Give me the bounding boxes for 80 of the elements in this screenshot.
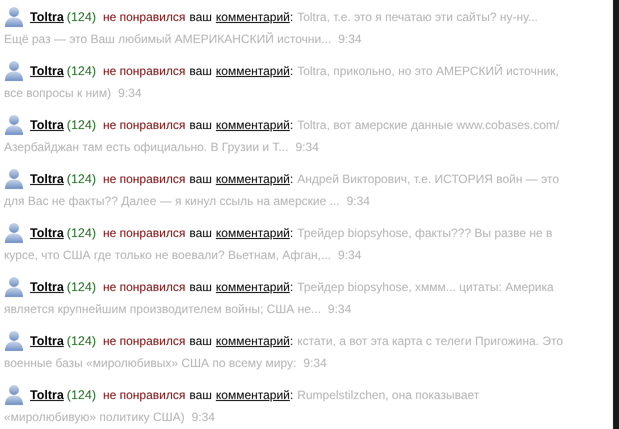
karma-count: (124) — [66, 171, 96, 188]
comment-text: Андрей Викторович, т.е. ИСТОРИЯ войн — это — [297, 171, 560, 188]
possessive-text: ваш — [189, 225, 212, 242]
time-text: 9:34 — [338, 31, 362, 48]
separator-text: : — [290, 171, 294, 188]
comment-text: кстати, а вот эта карта с телеги Пригожина. Это — [297, 333, 563, 350]
separator-text: : — [290, 63, 294, 80]
comment-text: Трейдер biopsyhose, факты??? Вы разве не в — [297, 225, 552, 242]
comment-text: для Вас не факты?? Далее — я кинул ссыль на амерские ... — [4, 193, 340, 210]
user-avatar-icon — [4, 60, 24, 82]
time-text: 9:34 — [328, 301, 352, 318]
comment-link[interactable]: комментарий — [216, 114, 290, 136]
action-text: не понравился — [102, 63, 186, 80]
user-avatar-icon — [4, 384, 24, 406]
separator-text: : — [290, 9, 294, 26]
possessive-text: ваш — [189, 117, 212, 134]
action-text: не понравился — [102, 9, 186, 26]
comment-text: Toltra, вот амерские данные www.cobases.com/ — [297, 117, 560, 134]
comment-text: является крупнейшим производителем войны; США не... — [4, 301, 321, 318]
possessive-text: ваш — [189, 9, 212, 26]
comment-link[interactable]: комментарий — [216, 6, 290, 28]
karma-count: (124) — [66, 9, 96, 26]
user-link[interactable]: Toltra — [30, 330, 64, 352]
possessive-text: ваш — [189, 279, 212, 296]
time-text: 9:34 — [338, 247, 362, 264]
comment-text: военные базы «миролюбивых» США по всему миру: — [4, 355, 296, 372]
user-avatar-icon — [4, 6, 24, 28]
possessive-text: ваш — [189, 63, 212, 80]
user-avatar-icon — [4, 114, 24, 136]
comment-link[interactable]: комментарий — [216, 384, 290, 406]
separator-text: : — [290, 225, 294, 242]
user-avatar-icon — [4, 222, 24, 244]
possessive-text: ваш — [189, 333, 212, 350]
comment-link[interactable]: комментарий — [216, 330, 290, 352]
separator-text: : — [290, 387, 294, 404]
comment-text: «миролюбивую» политику США) — [4, 409, 185, 426]
action-text: не понравился — [102, 225, 186, 242]
comment-text: Азербайджан там есть официально. В Грузии и Т... — [4, 139, 288, 156]
user-avatar-icon — [4, 330, 24, 352]
comment-text: Трейдер biopsyhose, хммм... цитаты: Америка — [297, 279, 554, 296]
comment-text: Toltra, прикольно, но это АМЕРСКИЙ источник, — [297, 63, 559, 80]
user-link[interactable]: Toltra — [30, 114, 64, 136]
comment-link[interactable]: комментарий — [216, 222, 290, 244]
user-link[interactable]: Toltra — [30, 222, 64, 244]
action-text: не понравился — [102, 387, 186, 404]
karma-count: (124) — [66, 63, 96, 80]
comment-text: Rumpelstilzchen, она показывает — [297, 387, 480, 404]
action-text: не понравился — [102, 333, 186, 350]
user-avatar-icon — [4, 276, 24, 298]
karma-count: (124) — [66, 387, 96, 404]
comment-text: Toltra, т.е. это я печатаю эти сайты? ну-ну... — [297, 9, 538, 26]
possessive-text: ваш — [189, 387, 212, 404]
action-text: не понравился — [102, 279, 186, 296]
comment-link[interactable]: комментарий — [216, 60, 290, 82]
user-link[interactable]: Toltra — [30, 6, 64, 28]
karma-count: (124) — [66, 225, 96, 242]
user-link[interactable]: Toltra — [30, 60, 64, 82]
user-link[interactable]: Toltra — [30, 276, 64, 298]
karma-count: (124) — [66, 333, 96, 350]
action-text: не понравился — [102, 171, 186, 188]
action-text: не понравился — [102, 117, 186, 134]
comment-link[interactable]: комментарий — [216, 168, 290, 190]
comment-link[interactable]: комментарий — [216, 276, 290, 298]
user-link[interactable]: Toltra — [30, 168, 64, 190]
comment-text: Ещё раз — это Ваш любимый АМЕРИКАНСКИЙ источни... — [4, 31, 332, 48]
possessive-text: ваш — [189, 171, 212, 188]
karma-count: (124) — [66, 117, 96, 134]
comment-text: все вопросы к ним) — [4, 85, 112, 102]
comment-text: курсе, что США где только не воевали? Вьетнам, Афган,... — [4, 247, 332, 264]
time-text: 9:34 — [118, 85, 142, 102]
user-link[interactable]: Toltra — [30, 384, 64, 406]
user-avatar-icon — [4, 168, 24, 190]
time-text: 9:34 — [295, 139, 319, 156]
time-text: 9:34 — [346, 193, 370, 210]
separator-text: : — [290, 117, 294, 134]
time-text: 9:34 — [303, 355, 327, 372]
time-text: 9:34 — [192, 409, 215, 426]
separator-text: : — [290, 279, 294, 296]
separator-text: : — [290, 333, 294, 350]
karma-count: (124) — [66, 279, 96, 296]
